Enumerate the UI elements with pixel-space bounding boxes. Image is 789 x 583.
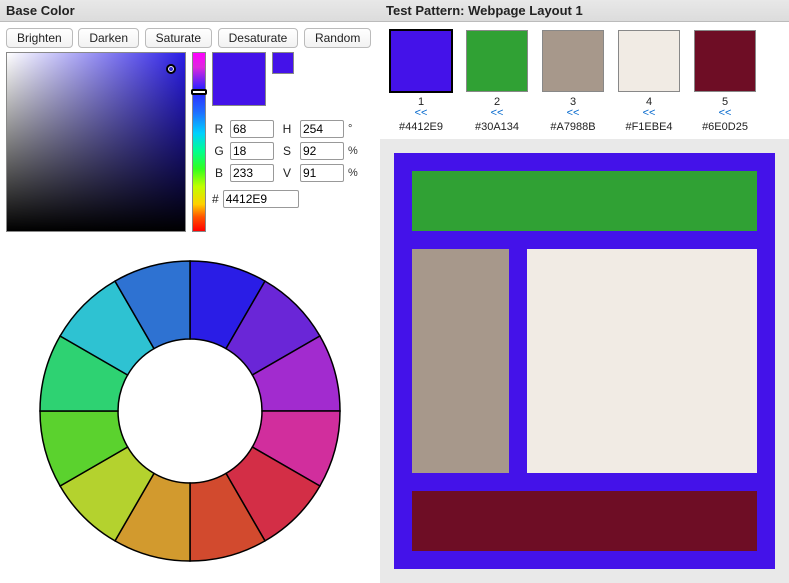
palette-swatch-2: 2<<#30A134 [466, 30, 528, 133]
sv-cursor-icon[interactable] [166, 64, 176, 74]
palette-swatch-hex: #F1EBE4 [625, 121, 672, 133]
right-panel-title: Test Pattern: Webpage Layout 1 [380, 0, 789, 22]
saturate-button[interactable]: Saturate [145, 28, 212, 48]
palette-cycle-button[interactable]: << [415, 108, 428, 119]
hue-slider[interactable] [192, 52, 206, 232]
darken-button[interactable]: Darken [78, 28, 139, 48]
palette-swatch-3: 3<<#A7988B [542, 30, 604, 133]
palette-swatch-box[interactable] [390, 30, 452, 92]
unit-pct-v: % [348, 167, 362, 179]
label-b: B [212, 166, 226, 180]
left-panel-title: Base Color [0, 0, 380, 22]
random-button[interactable]: Random [304, 28, 371, 48]
preview-footer-region [412, 491, 757, 551]
palette-swatches: 1<<#4412E92<<#30A1343<<#A7988B4<<#F1EBE4… [380, 22, 789, 139]
g-input[interactable] [230, 142, 274, 160]
label-hash: # [212, 192, 219, 206]
palette-swatch-1: 1<<#4412E9 [390, 30, 452, 133]
desaturate-button[interactable]: Desaturate [218, 28, 299, 48]
v-input[interactable] [300, 164, 344, 182]
r-input[interactable] [230, 120, 274, 138]
hex-input[interactable] [223, 190, 299, 208]
current-color-swatch [212, 52, 266, 106]
palette-cycle-button[interactable]: << [719, 108, 732, 119]
h-input[interactable] [300, 120, 344, 138]
palette-swatch-box[interactable] [542, 30, 604, 92]
color-wheel[interactable] [25, 246, 355, 576]
preview-main-region [527, 249, 757, 473]
label-h: H [278, 122, 296, 136]
preview-sidebar-region [412, 249, 509, 473]
previous-color-swatch [272, 52, 294, 74]
palette-cycle-button[interactable]: << [567, 108, 580, 119]
base-color-toolbar: Brighten Darken Saturate Desaturate Rand… [0, 22, 380, 52]
label-g: G [212, 144, 226, 158]
layout-preview [394, 153, 775, 569]
palette-swatch-box[interactable] [618, 30, 680, 92]
palette-swatch-hex: #A7988B [550, 121, 595, 133]
label-v: V [278, 166, 296, 180]
palette-swatch-box[interactable] [466, 30, 528, 92]
palette-cycle-button[interactable]: << [643, 108, 656, 119]
palette-swatch-5: 5<<#6E0D25 [694, 30, 756, 133]
b-input[interactable] [230, 164, 274, 182]
palette-swatch-4: 4<<#F1EBE4 [618, 30, 680, 133]
palette-swatch-box[interactable] [694, 30, 756, 92]
palette-swatch-hex: #4412E9 [399, 121, 443, 133]
brighten-button[interactable]: Brighten [6, 28, 73, 48]
unit-pct-s: % [348, 145, 362, 157]
palette-cycle-button[interactable]: << [491, 108, 504, 119]
saturation-value-picker[interactable] [6, 52, 186, 232]
preview-header-region [412, 171, 757, 231]
label-s: S [278, 144, 296, 158]
unit-deg: ° [348, 123, 362, 135]
s-input[interactable] [300, 142, 344, 160]
palette-swatch-hex: #6E0D25 [702, 121, 748, 133]
hue-cursor-icon[interactable] [191, 89, 207, 95]
palette-swatch-hex: #30A134 [475, 121, 519, 133]
label-r: R [212, 122, 226, 136]
